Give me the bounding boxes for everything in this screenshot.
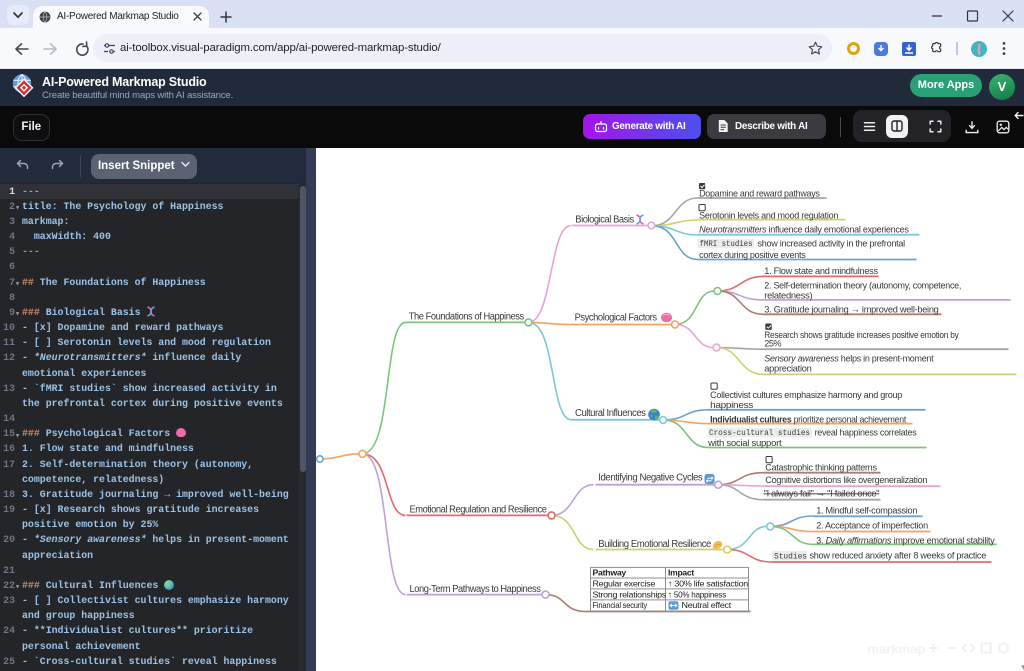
svg-text:Pathway: Pathway	[592, 568, 626, 578]
svg-text:↑ 30% life satisfaction: ↑ 30% life satisfaction	[668, 579, 748, 589]
svg-text:Sensory awareness helps in pre: Sensory awareness helps in present-momen…	[764, 354, 934, 364]
svg-text:25%: 25%	[764, 338, 781, 348]
svg-text:The Foundations of Happiness: The Foundations of Happiness	[408, 311, 524, 322]
svg-text:Neurotransmitters influence da: Neurotransmitters influence daily emotio…	[699, 225, 909, 235]
svg-text:3. Daily affirmations improve: 3. Daily affirmations improve emotional …	[816, 536, 995, 546]
svg-text:1. Flow state and mindfulness: 1. Flow state and mindfulness	[764, 266, 878, 276]
svg-text:show increased activity in the: show increased activity in the prefronta…	[757, 239, 905, 249]
svg-text:2. Acceptance of imperfection: 2. Acceptance of imperfection	[816, 520, 928, 530]
svg-text:Catastrophic thinking patterns: Catastrophic thinking patterns	[765, 462, 877, 472]
svg-text:Cognitive distortions like ove: Cognitive distortions like overgeneraliz…	[765, 475, 927, 485]
svg-text:Building Emotional Resilience: Building Emotional Resilience	[598, 539, 711, 550]
svg-text:reveal happiness correlates: reveal happiness correlates	[814, 427, 916, 437]
svg-text:Financial security: Financial security	[592, 600, 647, 610]
svg-text:Dopamine and reward pathways: Dopamine and reward pathways	[699, 189, 820, 199]
svg-text:cortex during positive events: cortex during positive events	[699, 250, 806, 260]
svg-text:Collectivist cultures emphasiz: Collectivist cultures emphasize harmony …	[710, 390, 902, 400]
svg-text:↑ 50% happiness: ↑ 50% happiness	[668, 589, 727, 599]
svg-text:show reduced anxiety after 8 w: show reduced anxiety after 8 weeks of pr…	[809, 551, 986, 561]
svg-text:markmap: markmap	[867, 642, 925, 657]
svg-text:relatedness): relatedness)	[764, 290, 812, 300]
svg-text:fMRI studies: fMRI studies	[699, 240, 752, 249]
svg-text:Biological Basis: Biological Basis	[575, 215, 634, 226]
svg-text:Long-Term Pathways to Happines: Long-Term Pathways to Happiness	[409, 584, 541, 595]
svg-text:Strong relationships: Strong relationships	[592, 589, 666, 599]
svg-text:happiness: happiness	[710, 400, 754, 410]
svg-text:1. Mindful self-compassion: 1. Mindful self-compassion	[816, 506, 917, 516]
svg-text:Emotional Regulation and Resil: Emotional Regulation and Resilience	[409, 505, 546, 516]
svg-text:with social support: with social support	[707, 438, 782, 448]
svg-text:Neutral effect: Neutral effect	[681, 600, 731, 610]
svg-text:2. Self-determination theory (: 2. Self-determination theory (autonomy, …	[764, 280, 961, 290]
svg-text:"I always fail" → "I failed on: "I always fail" → "I failed once"	[763, 489, 879, 499]
svg-text:Studies: Studies	[774, 552, 807, 561]
svg-text:Identifying Negative Cycles: Identifying Negative Cycles	[598, 473, 703, 484]
svg-text:Psychological Factors: Psychological Factors	[574, 313, 657, 324]
svg-text:Regular exercise: Regular exercise	[592, 579, 655, 589]
svg-text:Impact: Impact	[668, 568, 694, 578]
svg-text:Individualist cultures priorit: Individualist cultures prioritize person…	[710, 414, 907, 424]
svg-text:Research shows gratitude incre: Research shows gratitude increases posit…	[764, 330, 959, 340]
svg-text:Serotonin levels and mood regu: Serotonin levels and mood regulation	[699, 211, 838, 221]
svg-text:Cross-cultural studies: Cross-cultural studies	[709, 429, 810, 438]
svg-text:appreciation: appreciation	[764, 363, 811, 373]
svg-text:3. Gratitude journaling → impr: 3. Gratitude journaling → improved well-…	[764, 304, 938, 314]
svg-text:Cultural Influences: Cultural Influences	[575, 408, 646, 419]
